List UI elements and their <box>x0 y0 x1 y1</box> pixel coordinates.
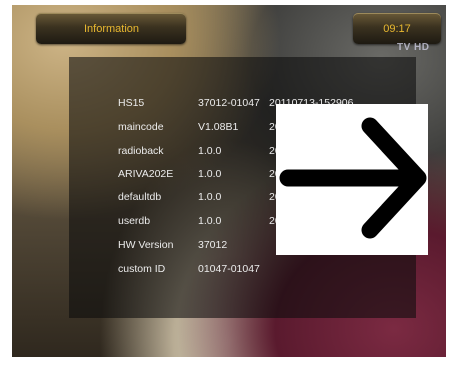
right-arrow-icon <box>279 117 427 239</box>
tv-screen: Information 09:17 TV HD HS15 37012-01047… <box>0 0 456 365</box>
module-name: userdb <box>118 215 151 227</box>
module-version: 1.0.0 <box>198 168 222 180</box>
module-name: HS15 <box>118 97 145 109</box>
right-arrow-icon <box>276 104 428 255</box>
channel-logo: TV HD <box>397 42 430 53</box>
clock-display: 09:17 <box>353 13 441 44</box>
module-name: defaultdb <box>118 191 162 203</box>
module-name: HW Version <box>118 239 174 251</box>
module-version: V1.08B1 <box>198 121 239 133</box>
page-title: Information <box>84 22 140 35</box>
module-name: radioback <box>118 145 164 157</box>
module-name: maincode <box>118 121 164 133</box>
info-row: custom ID 01047-01047 <box>0 259 400 279</box>
module-version: 01047-01047 <box>198 263 260 275</box>
module-version: 1.0.0 <box>198 145 222 157</box>
module-version: 37012-01047 <box>198 97 260 109</box>
clock-time: 09:17 <box>383 22 411 35</box>
module-name: custom ID <box>118 263 166 275</box>
module-name: ARIVA202E <box>118 168 174 180</box>
module-version: 1.0.0 <box>198 215 222 227</box>
module-version: 1.0.0 <box>198 191 222 203</box>
module-version: 37012 <box>198 239 228 251</box>
information-title-bar: Information <box>36 13 186 44</box>
